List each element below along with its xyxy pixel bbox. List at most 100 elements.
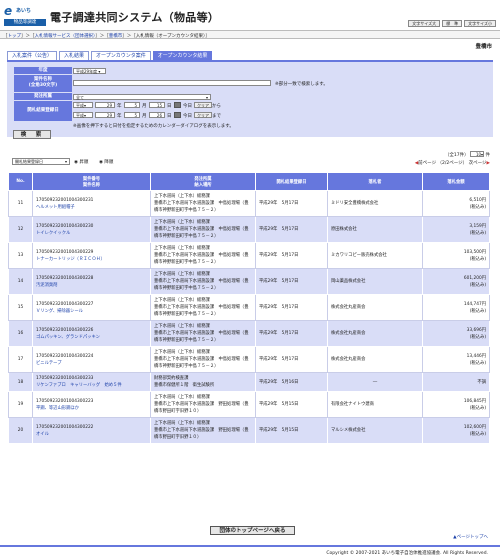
row-dept: 上下水道局（上下水）総務課豊橋市上下水道局下水道施設課 野田処理場（豊橋市野田町… (150, 417, 256, 444)
case-name-label: 案件名称 (全角30文字) (14, 75, 72, 92)
dept-text: 上下水道局（上下水）総務課 (154, 194, 210, 199)
col-dept: 発注所属 納入場所 (150, 172, 256, 191)
breadcrumb-current: 入札情報（オープンカウンタ結果） (135, 34, 206, 39)
dept-text: 上下水道局（上下水）総務課 (154, 246, 210, 251)
case-name-link[interactable]: トナーカートリッジ（ＲＩＣＯＨ） (36, 257, 105, 262)
row-date: 平成29年 5月17日 (255, 294, 328, 321)
font-small-button[interactable]: 文字サイズ小 (464, 20, 496, 27)
row-amount: 6,510円 (税込み) (422, 190, 490, 217)
logo-e-icon: e (4, 4, 13, 18)
row-date: 平成29年 5月17日 (255, 216, 328, 243)
tab-open-counter-result[interactable]: オープンカウンタ結果 (152, 51, 213, 60)
case-name-link[interactable]: 汚泥消臭剤 (36, 283, 57, 288)
tab-bid-notice[interactable]: 入札案件（公告） (7, 51, 58, 60)
table-row: 20 170509232001004300222 オイル 上下水道局（上下水）総務課豊… (8, 417, 490, 444)
place-text: 豊橋市上下水道局下水道施設課 中島処理場（豊橋市神野新田町字中島７５－２） (154, 305, 249, 317)
amount-text: 33,696円 (466, 327, 486, 333)
amount-text: 601,200円 (463, 275, 486, 281)
breadcrumb-top[interactable]: トップ (8, 34, 22, 39)
row-dept: 上下水道局（上下水）総務課 豊橋市上下水道局下水道施設課 中島処理場（豊橋市神野新… (150, 216, 256, 243)
amount-text: 6,510円 (469, 197, 486, 203)
sort-select[interactable]: 開札結果登録日 ▾ (12, 158, 70, 165)
to-month-input[interactable]: 5 (124, 112, 140, 118)
row-case: 170509232001004300230 トイレクイックル (32, 216, 151, 243)
case-name-link[interactable]: Ｖリング、掃除器シール (36, 309, 83, 314)
breadcrumb-city[interactable]: 豊橋市 (109, 34, 123, 39)
amount-text: 106,845円 (463, 398, 486, 404)
case-name-link[interactable]: リケンファブロ キャリーバッグ 始め５件 (36, 383, 122, 388)
case-name-input[interactable] (73, 80, 271, 86)
dept-text: 財務部契約検査課 (154, 376, 189, 381)
dept-text: 上下水道局（上下水）総務課 (154, 421, 210, 426)
back-to-org-top-button[interactable]: 団体のトップページへ戻る (210, 526, 295, 535)
from-label: から (212, 104, 221, 109)
case-id: 170509232001004300222 (36, 424, 94, 430)
breadcrumb-service[interactable]: 入札情報サービス（団体選択） (35, 34, 96, 39)
table-row: 11 170509232001004300231 ヘルメット用組帽子 上下水道局（上下… (8, 190, 490, 217)
case-id: 170509232001004300233 (36, 376, 94, 381)
to-year-unit: 年 (117, 114, 122, 119)
table-row: 18 170509232001004300233 リケンファブロ キャリーバッグ 始… (8, 372, 490, 392)
search-form: 年度 平成29年度 ▾ 案件名称 (全角30文字) ※部分一致で検索します。 発注… (7, 62, 493, 137)
site-logo[interactable]: e あいち 物品等調達 (4, 4, 46, 26)
case-id: 170509232001004300226 (36, 327, 94, 333)
tab-bid-result[interactable]: 入札結果 (59, 51, 90, 60)
to-label: まで (212, 114, 221, 119)
from-calendar-icon[interactable] (174, 102, 181, 108)
prev-page-link[interactable]: 前ページ (418, 161, 436, 166)
to-calendar-icon[interactable] (174, 112, 181, 118)
row-amount: 33,696円 (税込み) (422, 320, 490, 347)
row-no: 14 (8, 268, 33, 295)
row-bidder: マルシメ株式会社 (327, 417, 423, 444)
search-button[interactable]: 検 索 (13, 130, 51, 139)
city-name: 豊橋市 (475, 44, 492, 50)
case-name-link[interactable]: オイル (36, 432, 49, 437)
dept-text: 上下水道局（上下水）総務課 (154, 272, 210, 277)
next-page-link[interactable]: 次ページ (469, 161, 487, 166)
place-text: 豊橋市上下水道局下水道施設課 野田処理場（豊橋市野田町字旧野１０） (154, 428, 249, 440)
case-name-link[interactable]: 平鋼、等辺山形鋼ほか (36, 406, 79, 411)
row-date: 平成29年 5月17日 (255, 242, 328, 269)
row-date: 平成29年 5月17日 (255, 320, 328, 347)
dept-select[interactable]: 全て ▾ (73, 94, 211, 100)
row-date: 平成29年 5月15日 (255, 417, 328, 444)
row-dept: 財務部契約検査課豊橋市保健所１階 衛生試験所 (150, 372, 256, 392)
from-month-input[interactable]: 5 (124, 102, 140, 108)
col-bidder: 落札者 (327, 172, 423, 191)
case-name-link[interactable]: ゴムパッキン、グランドパッキン (36, 335, 100, 340)
to-era-select[interactable]: 平成▾ (73, 112, 93, 118)
case-name-link[interactable]: ヘルメット用組帽子 (36, 205, 75, 210)
row-no: 19 (8, 391, 33, 418)
row-dept: 上下水道局（上下水）総務課 豊橋市上下水道局下水道施設課 中島処理場（豊橋市神野新… (150, 320, 256, 347)
to-day-input[interactable]: 26 (149, 112, 165, 118)
desc-radio[interactable]: ◉ 降順 (99, 159, 113, 165)
case-name-link[interactable]: トイレクイックル (36, 231, 70, 236)
place-text: 豊橋市保健所１階 衛生試験所 (154, 383, 215, 388)
place-text: 豊橋市上下水道局下水道施設課 中島処理場（豊橋市神野新田町字中島７５－２） (154, 201, 249, 213)
case-id: 170509232001004300231 (36, 197, 94, 203)
year-select[interactable]: 平成29年度 ▾ (73, 68, 106, 74)
asc-radio[interactable]: ◉ 昇順 (74, 159, 88, 165)
row-amount: 不調 (422, 372, 490, 392)
row-amount: 3,159円 (税込み) (422, 216, 490, 243)
header: e あいち 物品等調達 電子調達共同システム（物品等） 文字サイズ大 標 準 文… (0, 0, 500, 30)
case-id: 170509232001004300228 (36, 275, 94, 281)
font-large-button[interactable]: 文字サイズ大 (408, 20, 441, 27)
font-standard-button[interactable]: 標 準 (442, 20, 463, 27)
from-year-input[interactable]: 29 (95, 102, 115, 108)
system-title: 電子調達共同システム（物品等） (50, 11, 220, 24)
pager: （全17件） 10▾ 件 ◀前ページ （2/2ページ） 次ページ▶ (415, 151, 490, 166)
tab-open-counter[interactable]: オープンカウンタ案件 (91, 51, 151, 60)
row-bidder: 株式会社丸産商会 (327, 346, 423, 373)
copyright: Copyright © 2007-2021 あいち電子自治体推進協議会. All… (0, 545, 500, 556)
to-clear-button[interactable]: クリア (194, 112, 212, 118)
to-year-input[interactable]: 29 (95, 112, 115, 118)
row-case: 170509232001004300229 トナーカートリッジ（ＲＩＣＯＨ） (32, 242, 151, 269)
case-name-link[interactable]: ビニルテープ (36, 361, 62, 366)
from-era-select[interactable]: 平成▾ (73, 102, 93, 108)
page-top-link[interactable]: ▲ページトップへ (453, 534, 488, 540)
from-day-input[interactable]: 15 (149, 102, 165, 108)
per-page-select[interactable]: 10▾ (470, 151, 485, 157)
results-table: No. 案件番号 案件名称 発注所属 納入場所 開札結果登録日 落札者 落札金額 1… (8, 172, 490, 444)
from-clear-button[interactable]: クリア (194, 102, 212, 108)
